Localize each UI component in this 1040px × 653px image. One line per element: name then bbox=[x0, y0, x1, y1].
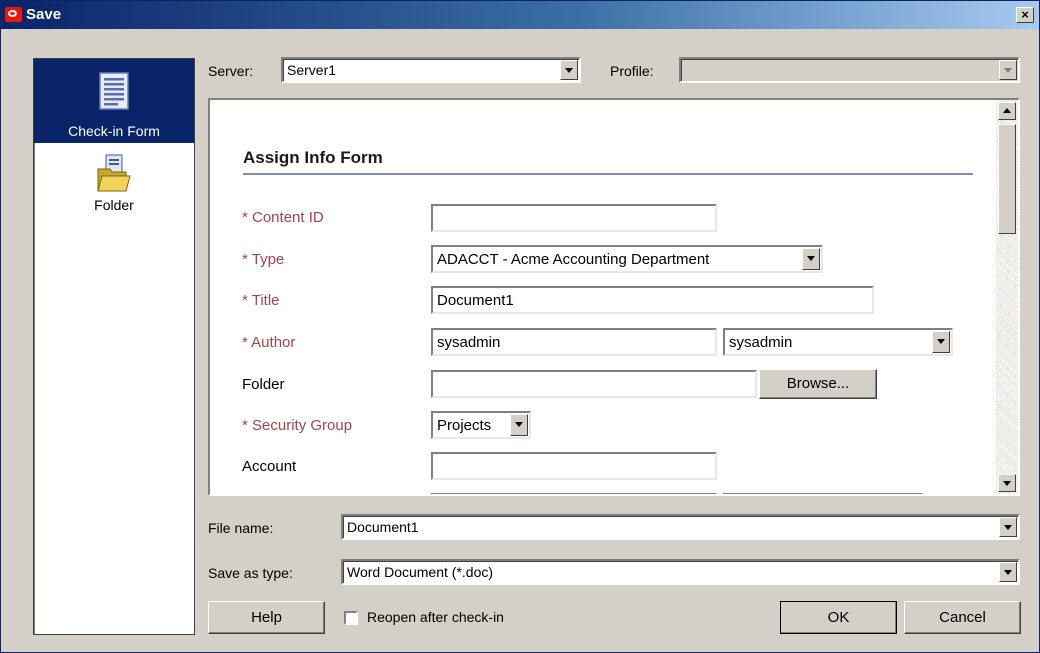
security-group-label: * Security Group bbox=[242, 417, 353, 434]
cancel-button[interactable]: Cancel bbox=[904, 601, 1021, 634]
chevron-down-icon[interactable] bbox=[999, 60, 1017, 80]
server-select[interactable]: Server1 bbox=[281, 57, 581, 83]
app-icon bbox=[5, 7, 22, 22]
chevron-down-icon[interactable] bbox=[560, 60, 578, 80]
account-label: Account bbox=[242, 458, 297, 475]
security-group-value: Projects bbox=[437, 417, 492, 434]
scroll-up-icon[interactable] bbox=[998, 102, 1016, 120]
title-label: * Title bbox=[242, 292, 280, 309]
author-label: * Author bbox=[242, 334, 296, 351]
form-panel: Assign Info Form * Content ID * Type ADA… bbox=[208, 98, 1020, 496]
author-select[interactable]: sysadmin bbox=[723, 328, 953, 356]
server-label: Server: bbox=[208, 63, 254, 79]
file-name-combo[interactable]: Document1 bbox=[341, 514, 1020, 540]
type-value: ADACCT - Acme Accounting Department bbox=[437, 251, 710, 268]
browse-button[interactable]: Browse... bbox=[759, 369, 877, 399]
content-id-label: * Content ID bbox=[242, 209, 324, 226]
window-title: Save bbox=[26, 6, 62, 23]
sidebar: Check-in Form Folder bbox=[33, 58, 195, 635]
ok-button[interactable]: OK bbox=[780, 601, 897, 634]
partial-select[interactable] bbox=[723, 493, 923, 494]
save-as-type-label: Save as type: bbox=[208, 565, 293, 581]
partial-field[interactable] bbox=[431, 493, 717, 494]
sidebar-item-check-in-form[interactable]: Check-in Form bbox=[34, 59, 194, 143]
vertical-scrollbar[interactable] bbox=[996, 100, 1018, 494]
reopen-checkbox[interactable] bbox=[344, 611, 358, 625]
close-button[interactable]: × bbox=[1016, 7, 1034, 23]
type-label: * Type bbox=[242, 251, 285, 268]
sidebar-item-folder[interactable]: Folder bbox=[34, 145, 194, 229]
chevron-down-icon[interactable] bbox=[932, 331, 950, 353]
title-field[interactable]: Document1 bbox=[431, 286, 874, 314]
scroll-down-icon[interactable] bbox=[998, 474, 1016, 492]
title-value: Document1 bbox=[437, 292, 514, 309]
profile-select[interactable] bbox=[679, 57, 1020, 83]
title-bar[interactable]: Save × bbox=[1, 1, 1039, 29]
account-field[interactable] bbox=[431, 452, 717, 480]
chevron-down-icon[interactable] bbox=[802, 248, 820, 270]
security-group-select[interactable]: Projects bbox=[431, 411, 531, 439]
author-value: sysadmin bbox=[437, 334, 501, 351]
folder-field[interactable] bbox=[431, 370, 757, 398]
folder-icon bbox=[97, 154, 131, 192]
chevron-down-icon[interactable] bbox=[510, 414, 528, 436]
type-select[interactable]: ADACCT - Acme Accounting Department bbox=[431, 245, 823, 273]
help-button[interactable]: Help bbox=[208, 601, 325, 634]
close-icon: × bbox=[1021, 7, 1029, 22]
author-select-value: sysadmin bbox=[729, 334, 793, 351]
save-as-type-value: Word Document (*.doc) bbox=[347, 564, 494, 580]
folder-label: Folder bbox=[242, 376, 285, 393]
scroll-thumb[interactable] bbox=[998, 124, 1016, 234]
content-id-field[interactable] bbox=[431, 204, 717, 232]
save-dialog: Save × Check-in Form Folder Server: Serv… bbox=[0, 0, 1040, 653]
chevron-down-icon[interactable] bbox=[999, 562, 1017, 582]
form-heading: Assign Info Form bbox=[243, 148, 383, 167]
file-name-label: File name: bbox=[208, 520, 274, 536]
server-value: Server1 bbox=[287, 62, 337, 78]
chevron-down-icon[interactable] bbox=[999, 517, 1017, 537]
sidebar-item-label: Check-in Form bbox=[68, 123, 160, 139]
save-as-type-combo[interactable]: Word Document (*.doc) bbox=[341, 559, 1020, 585]
profile-label: Profile: bbox=[610, 63, 654, 79]
heading-divider bbox=[243, 173, 973, 175]
author-field[interactable]: sysadmin bbox=[431, 328, 717, 356]
reopen-label: Reopen after check-in bbox=[367, 609, 504, 625]
form-icon bbox=[99, 72, 129, 110]
file-name-value: Document1 bbox=[347, 519, 419, 535]
sidebar-item-label: Folder bbox=[94, 197, 134, 213]
